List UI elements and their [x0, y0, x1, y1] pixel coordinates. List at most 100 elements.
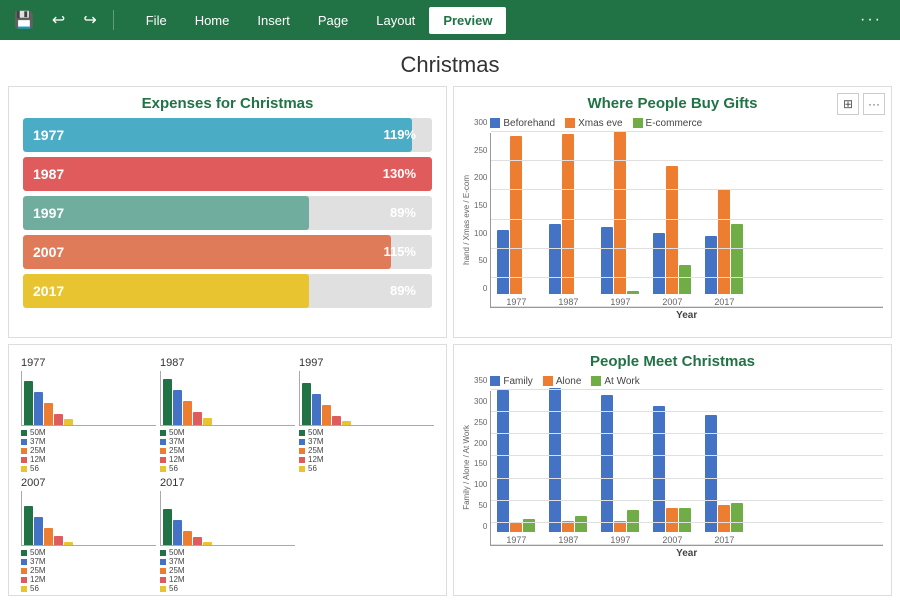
small-bar [34, 392, 43, 425]
redo-icon[interactable]: ↪ [77, 6, 102, 34]
dashboard-grid: Expenses for Christmas 1977119%1987130%1… [8, 86, 892, 596]
more-button[interactable]: ··· [850, 5, 892, 35]
expense-bar-row: 2017 89% [23, 274, 432, 308]
chart-legend: FamilyAloneAt Work [490, 376, 883, 387]
page-title: Christmas [8, 48, 892, 86]
y-axis-tick: 150 [474, 201, 487, 210]
gifts-panel: Where People Buy Gifts ⊞ ··· hand / Xmas… [453, 86, 892, 338]
y-axis-tick: 50 [474, 501, 487, 510]
bar [575, 516, 587, 532]
bar [549, 224, 561, 294]
people-meet-title: People Meet Christmas [462, 353, 883, 370]
small-bar [322, 405, 331, 425]
small-chart-bars [21, 371, 156, 426]
small-bar [342, 421, 351, 425]
y-axis-tick: 200 [474, 439, 487, 448]
expense-bar-row: 1987 130% [23, 157, 432, 191]
small-bar [44, 403, 53, 425]
bar [562, 134, 574, 294]
expense-bar-pct: 89% [390, 274, 424, 308]
small-bar [193, 412, 202, 425]
gifts-title: Where People Buy Gifts [462, 95, 883, 112]
small-charts-grid: 197750M37M25M12M56198750M37M25M12M561997… [17, 353, 438, 596]
small-chart-year: 1997 [299, 357, 434, 369]
menu-preview[interactable]: Preview [429, 7, 506, 34]
toolbar: 💾 ↩ ↪ File Home Insert Page Layout Previ… [0, 0, 900, 40]
bar [549, 388, 561, 532]
y-axis-numbers: 350300250200150100500 [474, 376, 487, 531]
small-chart-item: 199750M37M25M12M56 [299, 357, 434, 473]
small-bar [64, 542, 73, 545]
expense-bar-pct: 119% [383, 118, 424, 152]
expense-bar-row: 2007115% [23, 235, 432, 269]
bar-group: 2017 [705, 415, 743, 545]
menu-home[interactable]: Home [181, 7, 244, 34]
menu-bar: File Home Insert Page Layout Preview [132, 7, 507, 34]
bar [653, 406, 665, 532]
small-chart-labels: 50M37M25M12M56 [21, 548, 156, 593]
bar [679, 265, 691, 294]
y-axis-tick: 350 [474, 376, 487, 385]
gifts-actions: ⊞ ··· [837, 93, 885, 115]
gifts-more-button[interactable]: ··· [863, 93, 885, 115]
main-content: Christmas Expenses for Christmas 1977119… [0, 40, 900, 600]
y-axis-label: Family / Alone / At Work [462, 425, 474, 510]
y-axis-tick: 200 [474, 173, 487, 182]
x-axis-label: Year [490, 548, 883, 559]
expense-bar-pct: 89% [390, 196, 424, 230]
people-meet-chart: Family / Alone / At Work3503002502001501… [462, 376, 883, 559]
undo-icon[interactable]: ↩ [46, 6, 71, 34]
menu-page[interactable]: Page [304, 7, 362, 34]
bar-chart-inner: 19771987199720072017 [490, 133, 883, 308]
expense-bar-pct: 130% [383, 157, 424, 191]
small-chart-item: 2007 50M37M25M12M56 [21, 477, 156, 593]
gifts-expand-button[interactable]: ⊞ [837, 93, 859, 115]
bar-chart-inner: 19771987199720072017 [490, 391, 883, 546]
y-axis-tick: 300 [474, 118, 487, 127]
legend-item: At Work [591, 376, 639, 387]
legend-item: Family [490, 376, 532, 387]
gifts-chart: hand / Xmas eve / E-com30025020015010050… [462, 118, 883, 321]
bar [718, 505, 730, 532]
expense-bar-row: 199789% [23, 196, 432, 230]
small-bar [34, 517, 43, 545]
small-bar [332, 416, 341, 425]
bar [666, 166, 678, 294]
bar [601, 227, 613, 294]
legend-item: Beforehand [490, 118, 555, 129]
expense-bar-fill [23, 235, 391, 269]
bar [679, 508, 691, 532]
expense-bar-year: 2017 [23, 274, 73, 308]
small-bar [64, 419, 73, 425]
chart-legend: BeforehandXmas eveE-commerce [490, 118, 883, 129]
y-axis-tick: 150 [474, 459, 487, 468]
expense-bar-fill [23, 118, 412, 152]
small-chart-year: 2017 [160, 477, 295, 489]
small-bar [183, 531, 192, 545]
small-bar [54, 414, 63, 425]
small-chart-year: 2007 [21, 477, 156, 489]
bar [627, 291, 639, 294]
menu-insert[interactable]: Insert [243, 7, 304, 34]
small-chart-item: 197750M37M25M12M56 [21, 357, 156, 473]
small-bar [163, 509, 172, 545]
small-chart-labels: 50M37M25M12M56 [21, 428, 156, 473]
expense-bar-year: 1987 [23, 157, 73, 191]
small-bar [183, 401, 192, 425]
small-bar [173, 520, 182, 545]
small-chart-year: 1987 [160, 357, 295, 369]
small-chart-bars [160, 371, 295, 426]
menu-file[interactable]: File [132, 7, 181, 34]
people-meet-panel: People Meet Christmas Family / Alone / A… [453, 344, 892, 596]
bar-group: 1977 [497, 136, 535, 307]
y-axis-tick: 250 [474, 418, 487, 427]
bar [653, 233, 665, 294]
menu-layout[interactable]: Layout [362, 7, 429, 34]
small-bar [44, 528, 53, 545]
save-icon[interactable]: 💾 [8, 6, 40, 34]
bar [510, 523, 522, 532]
small-chart-labels: 50M37M25M12M56 [160, 548, 295, 593]
small-bar [173, 390, 182, 425]
expense-bar-year: 2007 [23, 235, 73, 269]
small-chart-item: 198750M37M25M12M56 [160, 357, 295, 473]
